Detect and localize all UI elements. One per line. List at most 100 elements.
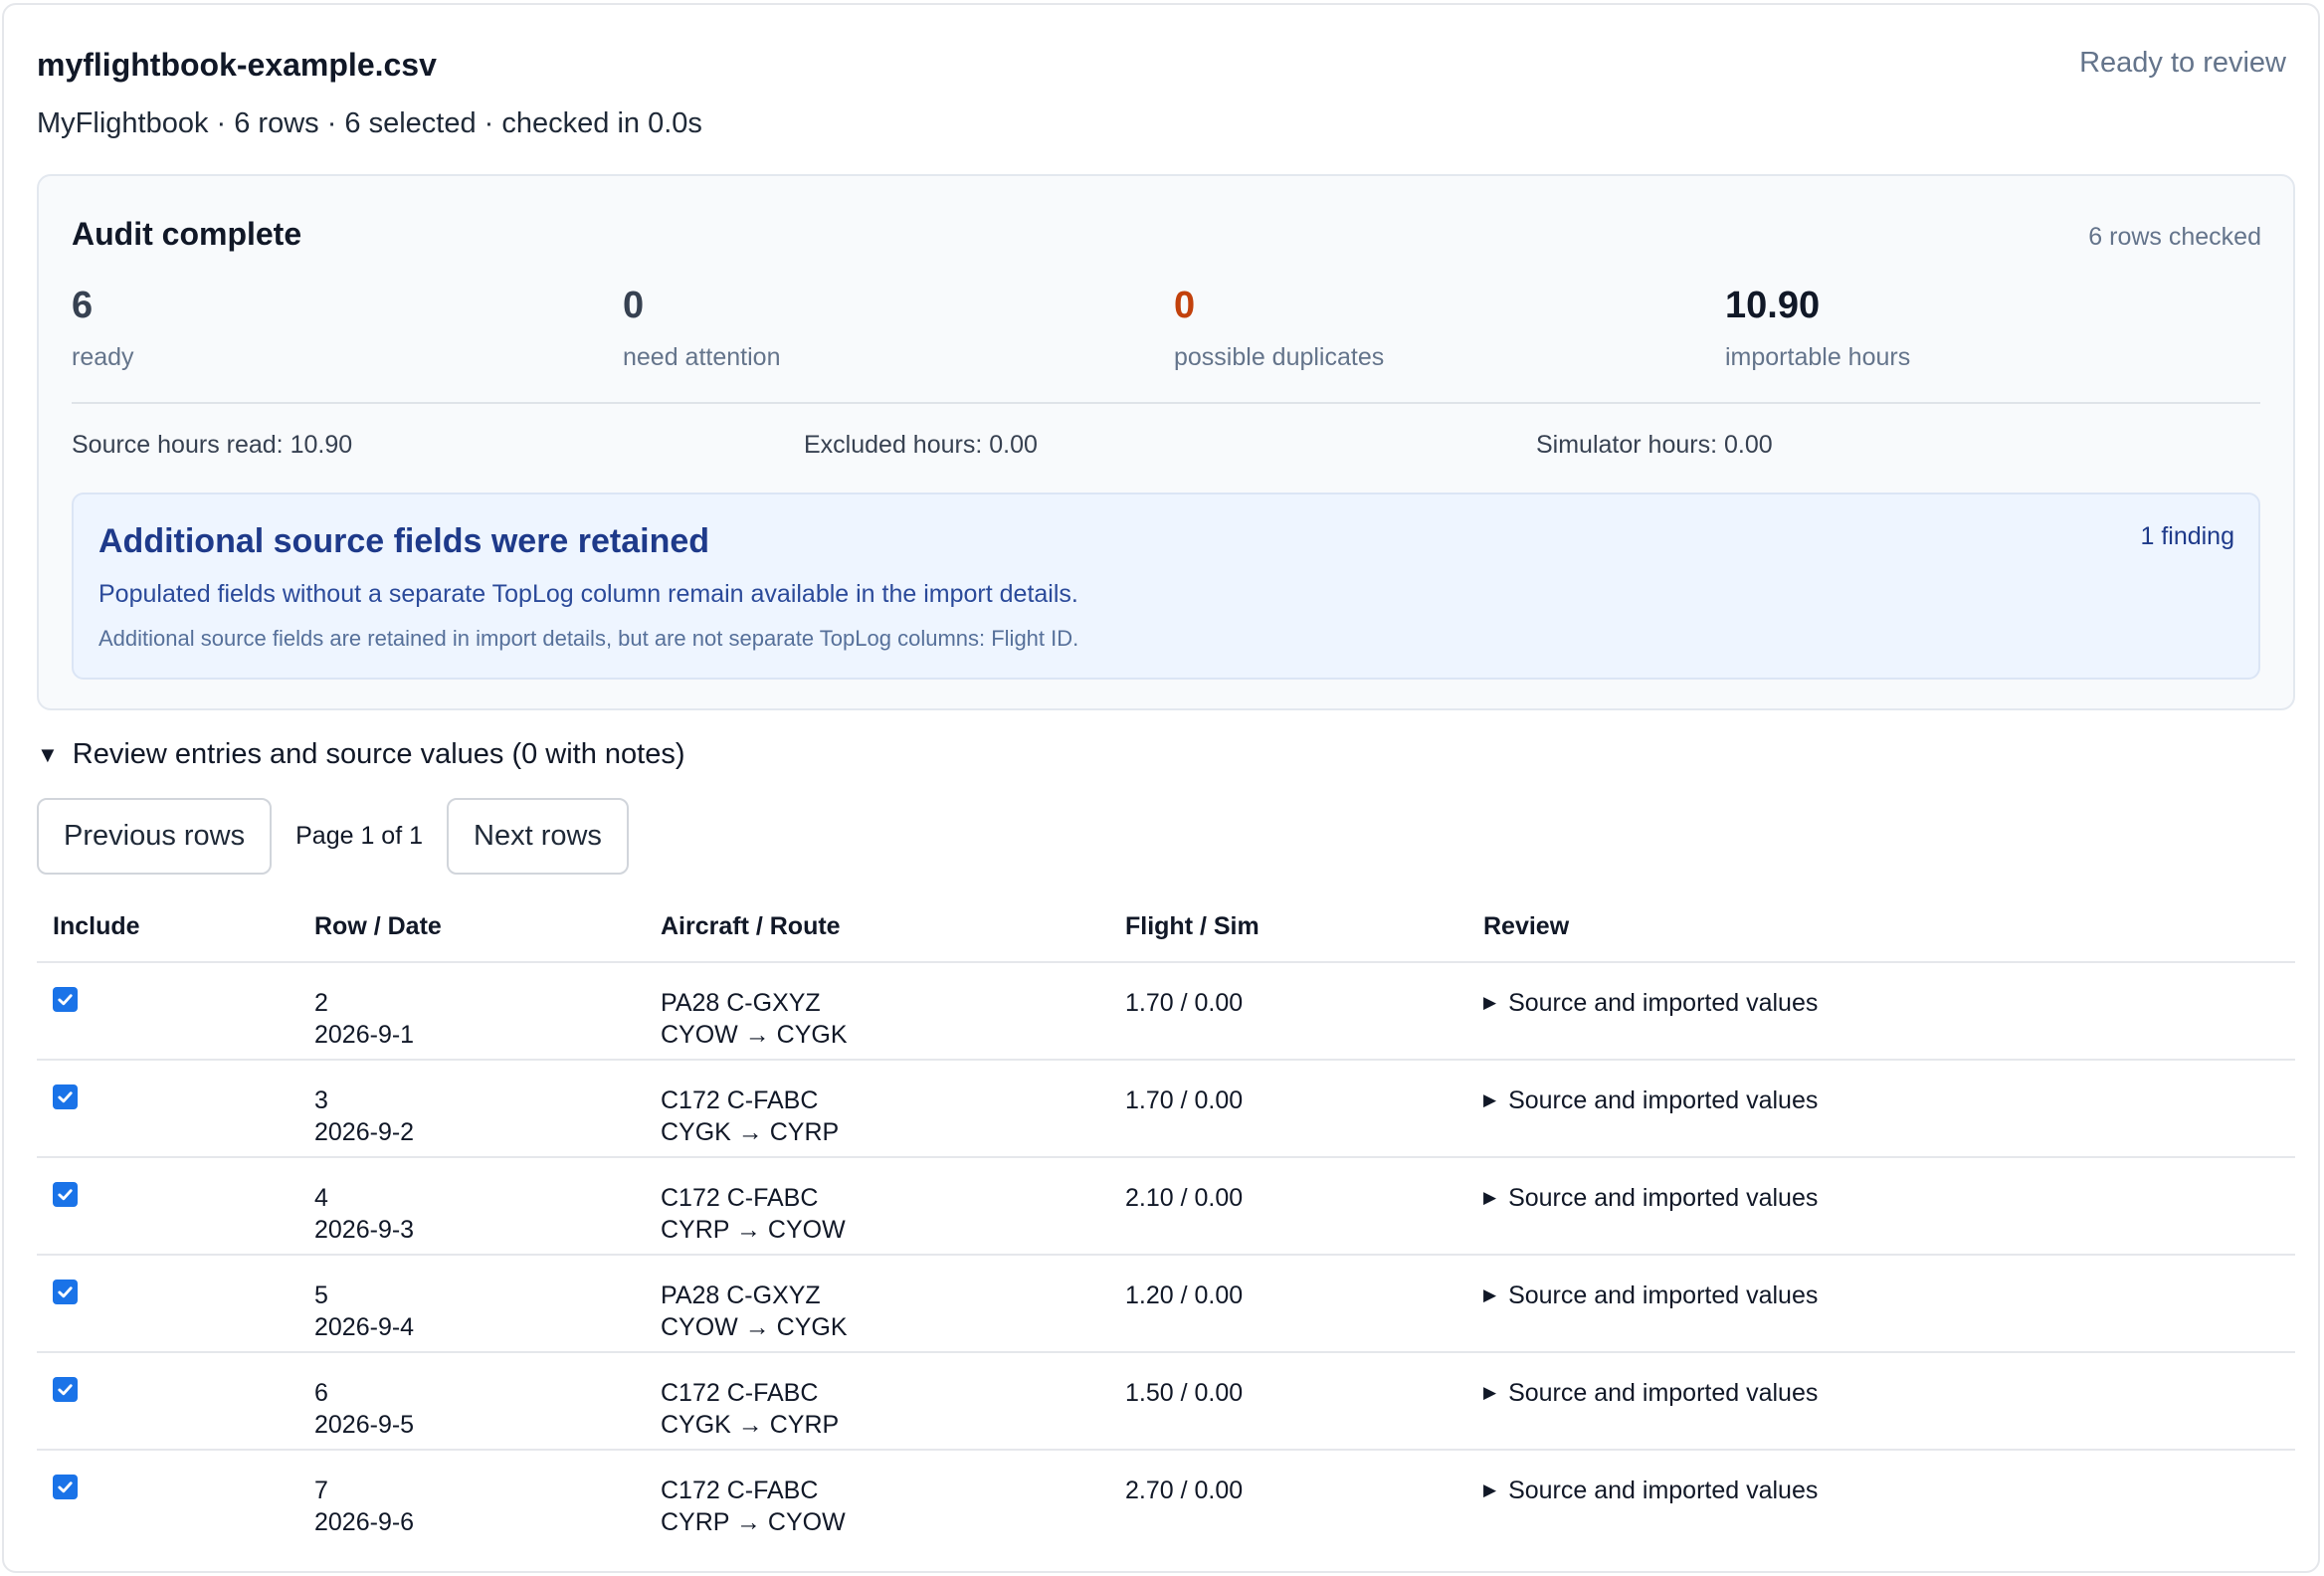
row-date-cell: 5 2026-9-4 — [314, 1280, 414, 1343]
row-number: 4 — [314, 1184, 328, 1212]
include-checkbox[interactable] — [53, 1182, 78, 1207]
table-row: 5 2026-9-4 PA28 C-GXYZ CYOW → CYGK 1.20 / … — [37, 1256, 2295, 1353]
import-card: myflightbook-example.csv Ready to review… — [2, 3, 2320, 1573]
triangle-right-icon: ▶ — [1483, 1480, 1497, 1499]
include-checkbox[interactable] — [53, 1084, 78, 1109]
route: CYGK → CYRP — [661, 1411, 840, 1439]
aircraft: PA28 C-GXYZ — [661, 989, 821, 1017]
triangle-right-icon: ▶ — [1483, 1090, 1497, 1109]
entries-table: Include Row / Date Aircraft / Route Flig… — [37, 906, 2295, 1548]
table-row: 4 2026-9-3 C172 C-FABC CYRP → CYOW 2.10 / … — [37, 1158, 2295, 1256]
header-review: Review — [1483, 912, 1570, 940]
route: CYOW → CYGK — [661, 1313, 848, 1341]
checkmark-icon — [58, 1481, 73, 1493]
header-row-date: Row / Date — [314, 912, 442, 940]
row-number: 6 — [314, 1379, 328, 1407]
flight-sim-cell: 1.50 / 0.00 — [1125, 1379, 1244, 1407]
row-date: 2026-9-5 — [314, 1411, 415, 1439]
row-date: 2026-9-4 — [314, 1313, 415, 1341]
triangle-right-icon: ▶ — [1483, 1285, 1497, 1304]
row-date: 2026-9-1 — [314, 1021, 415, 1049]
aircraft: PA28 C-GXYZ — [661, 1281, 821, 1309]
checkmark-icon — [58, 1189, 73, 1201]
row-date-cell: 2 2026-9-1 — [314, 987, 414, 1051]
divider — [72, 402, 2260, 404]
stat-value: 6 — [72, 285, 94, 326]
flight-sim-cell: 2.10 / 0.00 — [1125, 1184, 1244, 1212]
excluded-hours: Excluded hours: 0.00 — [804, 431, 1038, 459]
rows-checked-label: 6 rows checked — [2088, 223, 2261, 251]
audit-panel: Audit complete 6 rows checked 6 ready 0 … — [37, 174, 2295, 710]
source-values-toggle[interactable]: ▶ Source and imported values — [1483, 1280, 1818, 1311]
flight-sim-cell: 1.70 / 0.00 — [1125, 989, 1244, 1017]
review-label: Source and imported values — [1508, 1379, 1819, 1407]
include-checkbox[interactable] — [53, 1475, 78, 1499]
flight-sim-cell: 2.70 / 0.00 — [1125, 1477, 1244, 1504]
row-date: 2026-9-6 — [314, 1508, 415, 1536]
stat-value: 10.90 — [1725, 285, 1821, 326]
row-date-cell: 6 2026-9-5 — [314, 1377, 414, 1441]
stat-value: 0 — [1174, 285, 1196, 326]
next-rows-button[interactable]: Next rows — [447, 798, 629, 875]
route: CYRP → CYOW — [661, 1508, 846, 1536]
table-row: 6 2026-9-5 C172 C-FABC CYGK → CYRP 1.50 / … — [37, 1353, 2295, 1451]
pagination: Previous rows Page 1 of 1 Next rows — [37, 798, 629, 875]
audit-title: Audit complete — [72, 216, 302, 252]
table-row: 2 2026-9-1 PA28 C-GXYZ CYOW → CYGK 1.70 / … — [37, 963, 2295, 1061]
source-values-toggle[interactable]: ▶ Source and imported values — [1483, 1475, 1818, 1506]
stat-label: need attention — [623, 342, 781, 371]
row-date: 2026-9-2 — [314, 1118, 415, 1146]
triangle-right-icon: ▶ — [1483, 1188, 1497, 1207]
checkmark-icon — [58, 1384, 73, 1396]
table-row: 7 2026-9-6 C172 C-FABC CYRP → CYOW 2.70 / … — [37, 1451, 2295, 1548]
source-values-toggle[interactable]: ▶ Source and imported values — [1483, 987, 1818, 1019]
source-values-toggle[interactable]: ▶ Source and imported values — [1483, 1084, 1818, 1116]
stat-label: importable hours — [1725, 342, 1911, 371]
triangle-right-icon: ▶ — [1483, 993, 1497, 1012]
page-indicator: Page 1 of 1 — [295, 822, 424, 850]
aircraft: C172 C-FABC — [661, 1184, 819, 1212]
finding-box: Additional source fields were retained 1… — [72, 492, 2260, 680]
route: CYGK → CYRP — [661, 1118, 840, 1146]
source-values-toggle[interactable]: ▶ Source and imported values — [1483, 1377, 1818, 1409]
include-checkbox[interactable] — [53, 1377, 78, 1402]
review-label: Source and imported values — [1508, 1477, 1819, 1504]
stat-need-attention: 0 need attention — [623, 285, 781, 372]
aircraft: C172 C-FABC — [661, 1477, 819, 1504]
row-date-cell: 7 2026-9-6 — [314, 1475, 414, 1538]
stat-possible-duplicates: 0 possible duplicates — [1174, 285, 1384, 372]
stat-label: ready — [72, 342, 134, 371]
review-label: Source and imported values — [1508, 1184, 1819, 1212]
row-date: 2026-9-3 — [314, 1216, 415, 1244]
source-hours: Source hours read: 10.90 — [72, 431, 353, 459]
header-flight-sim: Flight / Sim — [1125, 912, 1259, 940]
flight-sim-cell: 1.70 / 0.00 — [1125, 1086, 1244, 1114]
status-text: Ready to review — [2079, 47, 2286, 79]
checkmark-icon — [58, 1091, 73, 1103]
header-aircraft-route: Aircraft / Route — [661, 912, 841, 940]
review-entries-toggle[interactable]: ▼ Review entries and source values (0 wi… — [37, 738, 685, 771]
aircraft-route-cell: C172 C-FABC CYRP → CYOW — [661, 1182, 846, 1246]
checkmark-icon — [58, 1286, 73, 1298]
review-label: Source and imported values — [1508, 989, 1819, 1017]
include-checkbox[interactable] — [53, 1280, 78, 1304]
aircraft: C172 C-FABC — [661, 1379, 819, 1407]
flight-sim-cell: 1.20 / 0.00 — [1125, 1281, 1244, 1309]
file-meta: MyFlightbook · 6 rows · 6 selected · che… — [37, 107, 702, 139]
row-number: 3 — [314, 1086, 328, 1114]
include-checkbox[interactable] — [53, 987, 78, 1012]
source-values-toggle[interactable]: ▶ Source and imported values — [1483, 1182, 1818, 1214]
triangle-right-icon: ▶ — [1483, 1383, 1497, 1402]
aircraft-route-cell: C172 C-FABC CYGK → CYRP — [661, 1084, 839, 1148]
row-number: 5 — [314, 1281, 328, 1309]
route: CYOW → CYGK — [661, 1021, 848, 1049]
previous-rows-button[interactable]: Previous rows — [37, 798, 273, 875]
stat-ready: 6 ready — [72, 285, 134, 372]
aircraft-route-cell: C172 C-FABC CYRP → CYOW — [661, 1475, 846, 1538]
row-number: 2 — [314, 989, 328, 1017]
stat-importable-hours: 10.90 importable hours — [1725, 285, 1911, 372]
route: CYRP → CYOW — [661, 1216, 846, 1244]
review-summary-label: Review entries and source values (0 with… — [72, 738, 685, 770]
aircraft: C172 C-FABC — [661, 1086, 819, 1114]
triangle-down-icon: ▼ — [37, 741, 59, 767]
